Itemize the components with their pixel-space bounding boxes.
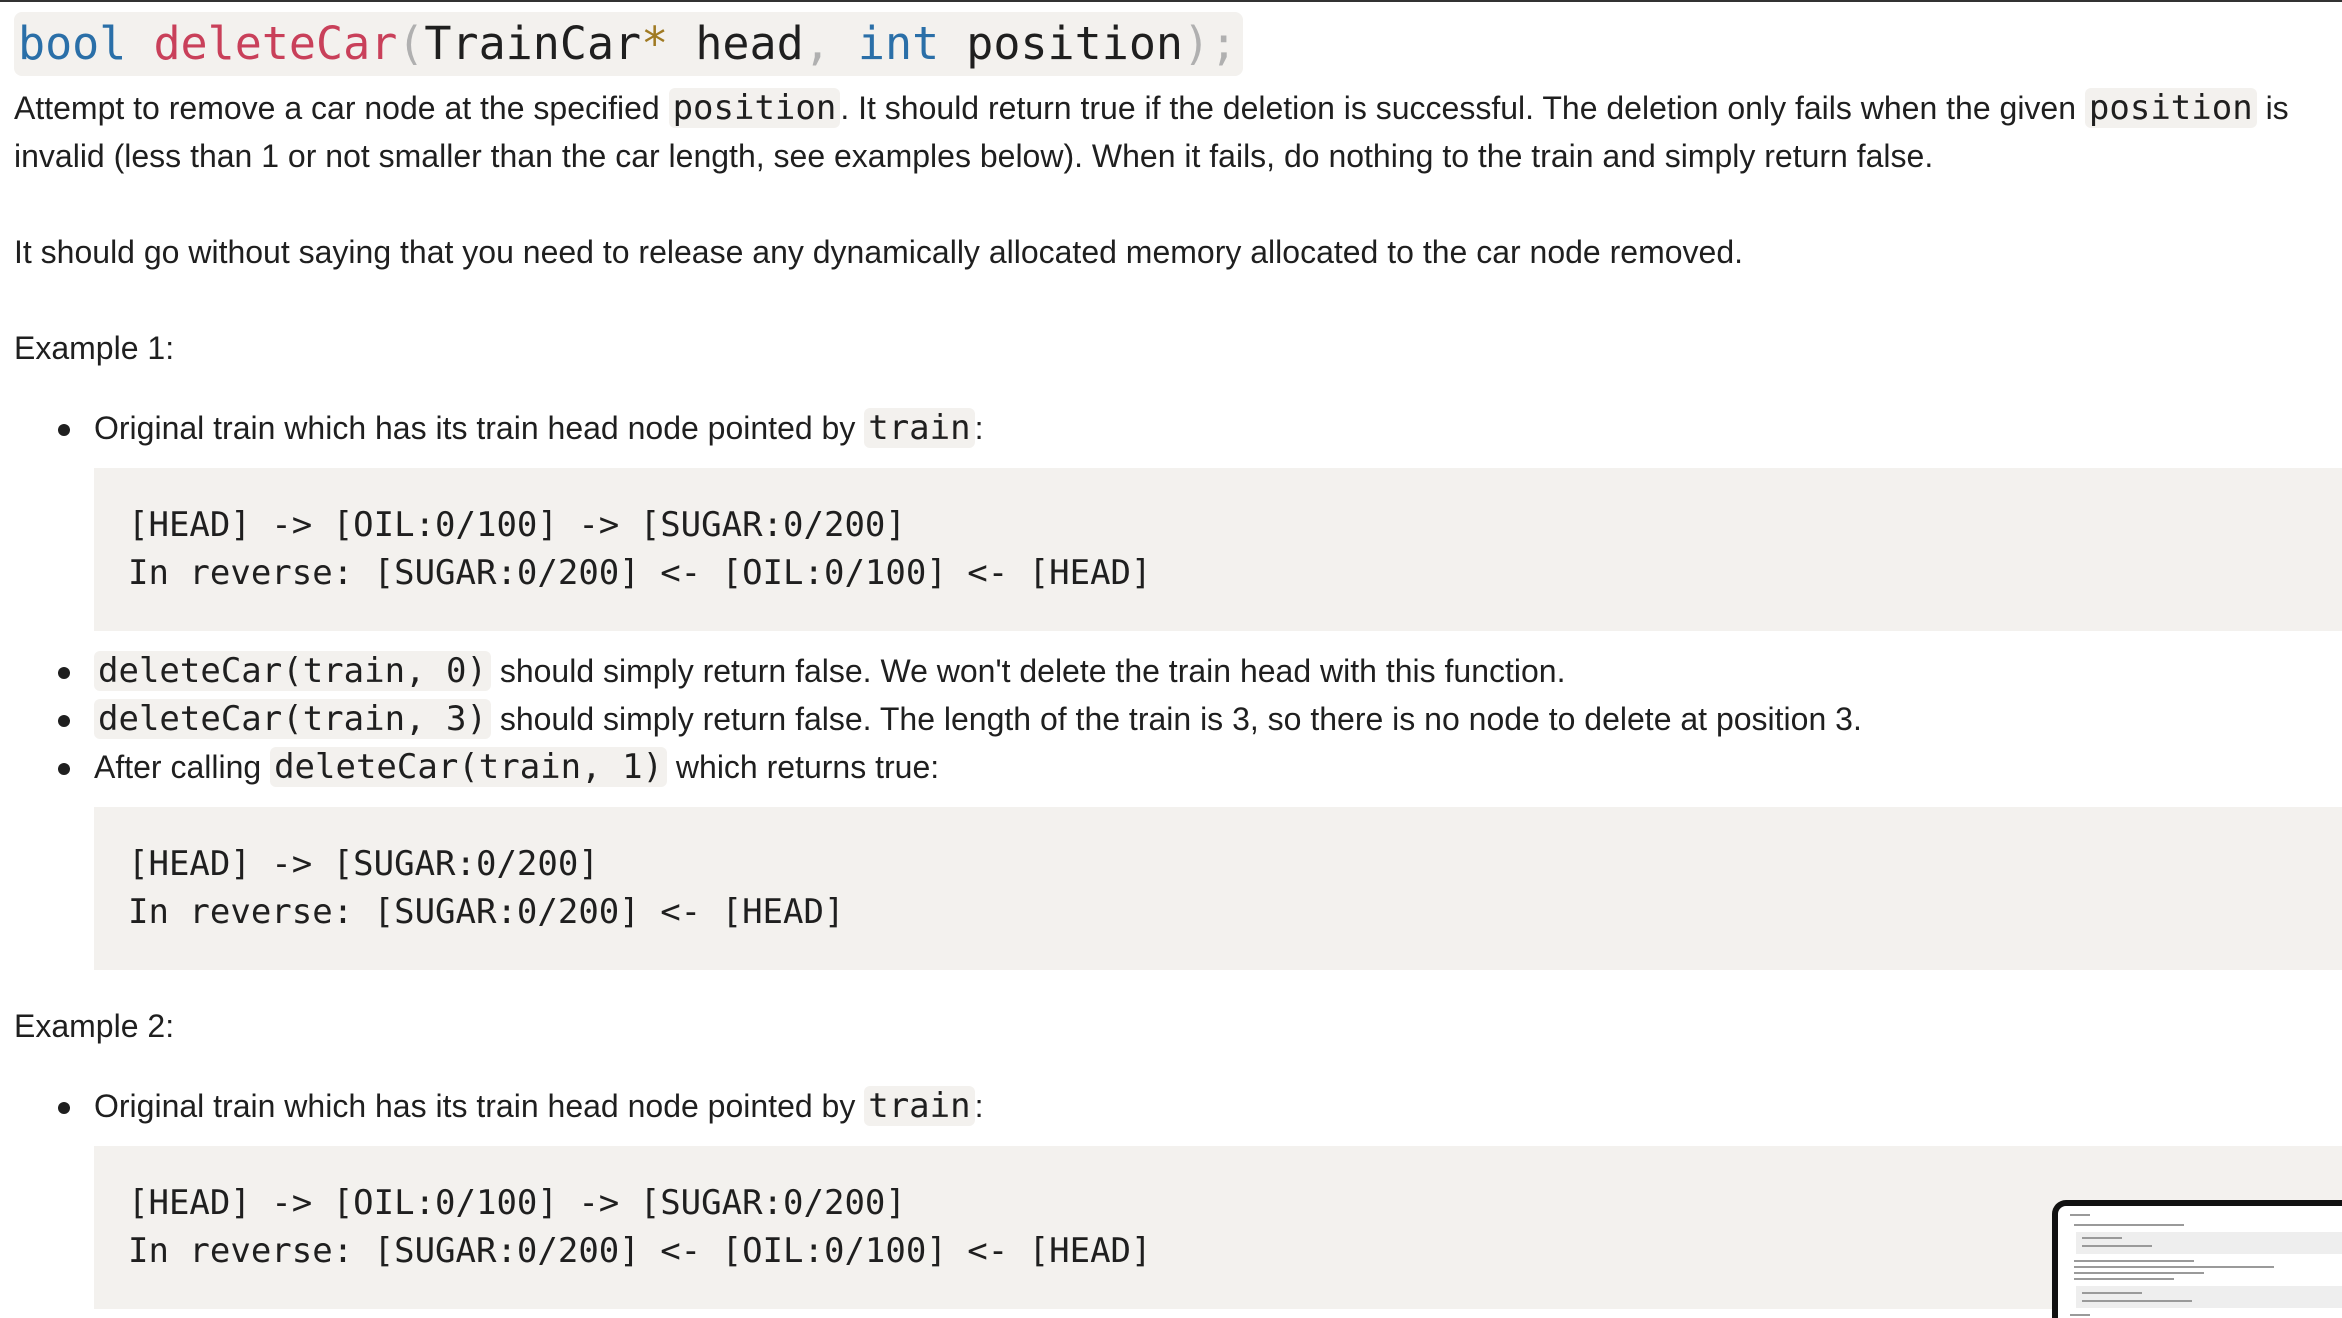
signature-function-name: deleteCar (153, 17, 398, 70)
code-line: [HEAD] -> [SUGAR:0/200] (128, 844, 599, 884)
example-1-list: Original train which has its train head … (14, 404, 2342, 452)
inline-code-train: train (864, 1086, 975, 1126)
inline-code-position: position (668, 88, 841, 128)
code-line: [HEAD] -> [OIL:0/100] -> [SUGAR:0/200] (128, 1183, 906, 1223)
signature-return-type: bool (18, 17, 127, 70)
description-text: . It should return true if the deletion … (840, 90, 2085, 126)
thumbnail-text-line (2074, 1224, 2184, 1226)
signature-pointer: * (641, 17, 669, 70)
inline-code-call: deleteCar(train, 1) (270, 747, 668, 787)
example-2-list: Original train which has its train head … (14, 1082, 2342, 1130)
signature-param1-name: head (668, 17, 804, 70)
function-signature: bool deleteCar(TrainCar* head, int posit… (14, 12, 1244, 76)
signature-open-paren: ( (397, 17, 425, 70)
list-item-text: After calling (94, 749, 271, 785)
example-2-heading: Example 2: (14, 1008, 175, 1044)
description-text: Attempt to remove a car node at the spec… (14, 90, 669, 126)
inline-code-position: position (2084, 88, 2257, 128)
list-item: Original train which has its train head … (14, 1082, 2342, 1130)
document: bool deleteCar(TrainCar* head, int posit… (14, 12, 2342, 1309)
thumbnail-text-line (2082, 1300, 2192, 1302)
thumbnail-content (2058, 1206, 2342, 1318)
example-1-heading: Example 1: (14, 330, 175, 366)
list-item-text: should simply return false. We won't del… (490, 653, 1566, 689)
list-item-text: which returns true: (667, 749, 940, 785)
thumbnail-text-line (2070, 1314, 2090, 1316)
inline-code-train: train (864, 408, 975, 448)
list-item: After calling deleteCar(train, 1) which … (14, 743, 2342, 791)
top-border (0, 0, 2342, 2)
signature-param2-type: int (830, 17, 940, 70)
thumbnail-text-line (2082, 1237, 2122, 1239)
signature-comma: , (803, 17, 831, 70)
code-block-example-2-train: [HEAD] -> [OIL:0/100] -> [SUGAR:0/200] I… (94, 1146, 2342, 1309)
code-block-original-train: [HEAD] -> [OIL:0/100] -> [SUGAR:0/200] I… (94, 468, 2342, 631)
thumbnail-code-block (2076, 1286, 2342, 1308)
code-line: In reverse: [SUGAR:0/200] <- [HEAD] (128, 892, 845, 932)
thumbnail-text-line (2074, 1272, 2204, 1274)
list-item: Original train which has its train head … (14, 404, 2342, 452)
thumbnail-text-line (2082, 1292, 2142, 1294)
thumbnail-text-line (2074, 1278, 2174, 1280)
list-item-text: should simply return false. The length o… (490, 701, 1862, 737)
list-item-text: Original train which has its train head … (94, 410, 865, 446)
screenshot-thumbnail-preview[interactable] (2052, 1200, 2342, 1318)
example-1-results-list: deleteCar(train, 0) should simply return… (14, 647, 2342, 791)
thumbnail-code-block (2076, 1232, 2342, 1254)
description-paragraph: Attempt to remove a car node at the spec… (14, 84, 2332, 180)
thumbnail-text-line (2070, 1214, 2090, 1216)
inline-code-call: deleteCar(train, 0) (94, 651, 491, 691)
thumbnail-text-line (2074, 1266, 2274, 1268)
code-block-after-delete: [HEAD] -> [SUGAR:0/200] In reverse: [SUG… (94, 807, 2342, 970)
code-line: In reverse: [SUGAR:0/200] <- [OIL:0/100]… (128, 553, 1152, 593)
thumbnail-text-line (2074, 1260, 2194, 1262)
list-item-text: : (974, 410, 984, 446)
list-item-text: : (974, 1088, 984, 1124)
list-item: deleteCar(train, 3) should simply return… (14, 695, 2342, 743)
list-item-text: Original train which has its train head … (94, 1088, 865, 1124)
list-item: deleteCar(train, 0) should simply return… (14, 647, 2342, 695)
memory-note-paragraph: It should go without saying that you nee… (14, 234, 1743, 270)
code-line: In reverse: [SUGAR:0/200] <- [OIL:0/100]… (128, 1231, 1152, 1271)
signature-param1-type: TrainCar (424, 17, 642, 70)
signature-close: ); (1183, 17, 1238, 70)
code-line: [HEAD] -> [OIL:0/100] -> [SUGAR:0/200] (128, 505, 906, 545)
signature-param2-name: position (939, 17, 1184, 70)
thumbnail-text-line (2082, 1245, 2152, 1247)
inline-code-call: deleteCar(train, 3) (94, 699, 491, 739)
